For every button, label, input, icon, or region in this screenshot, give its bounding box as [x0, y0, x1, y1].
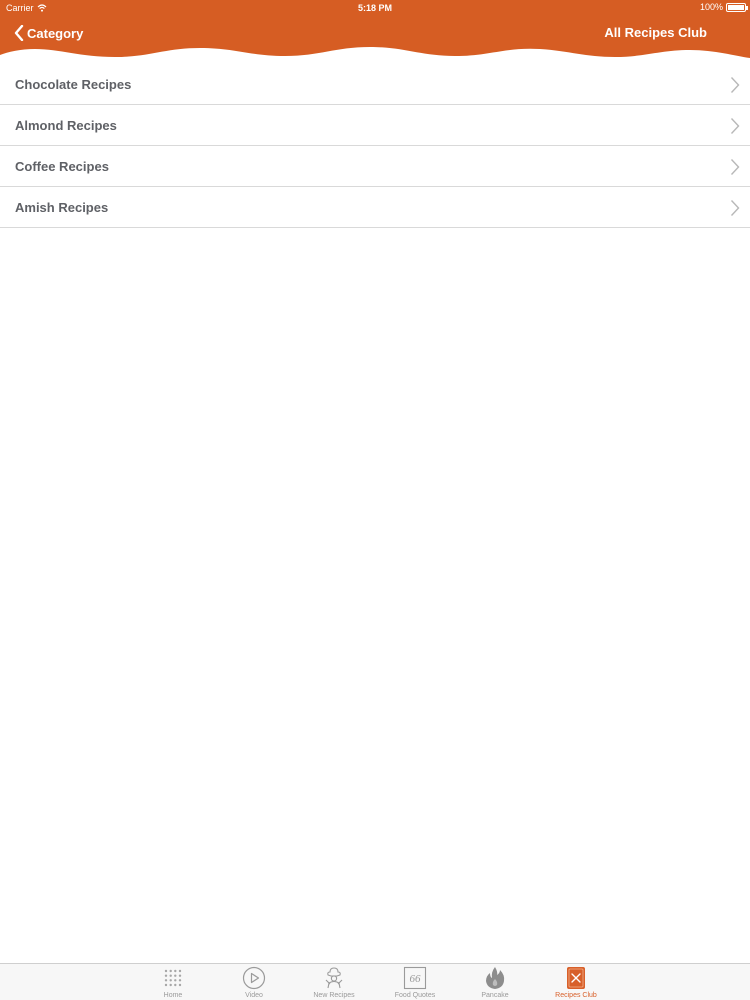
tab-label: Food Quotes — [394, 992, 436, 999]
recipe-category-list: Chocolate Recipes Almond Recipes Coffee … — [0, 64, 750, 228]
chevron-right-icon — [730, 77, 740, 93]
tab-label: Video — [245, 992, 263, 999]
flame-icon — [486, 967, 505, 989]
chevron-left-icon — [14, 25, 24, 41]
tab-label: New Recipes — [313, 992, 355, 999]
tab-video[interactable]: Video — [214, 964, 294, 1000]
battery-icon — [726, 2, 748, 12]
tab-label: Home — [163, 992, 183, 999]
screen: Carrier 5:18 PM 100% Category All Recipe… — [0, 0, 750, 1000]
chevron-right-icon — [730, 159, 740, 175]
back-button[interactable]: Category — [14, 22, 83, 44]
list-item-coffee-recipes[interactable]: Coffee Recipes — [0, 146, 750, 187]
battery-percent: 100% — [699, 2, 723, 12]
quote-icon: 66 — [403, 966, 427, 990]
chevron-right-icon — [730, 118, 740, 134]
page-title: All Recipes Club — [604, 25, 707, 40]
play-circle-icon — [242, 966, 266, 990]
recipe-book-icon — [567, 967, 585, 989]
chef-icon — [325, 967, 343, 989]
list-item-amish-recipes[interactable]: Amish Recipes — [0, 187, 750, 228]
status-bar: Carrier 5:18 PM 100% — [0, 0, 750, 16]
tab-recipes-club[interactable]: Recipes Club — [536, 964, 616, 1000]
back-button-label: Category — [27, 25, 84, 41]
tab-pancake[interactable]: Pancake — [455, 964, 535, 1000]
chevron-right-icon — [730, 200, 740, 216]
grid-dots-icon — [164, 969, 182, 987]
status-time: 5:18 PM — [357, 3, 392, 13]
list-item-almond-recipes[interactable]: Almond Recipes — [0, 105, 750, 146]
nav-header: Carrier 5:18 PM 100% Category All Recipe… — [0, 0, 750, 64]
tab-home[interactable]: Home — [133, 964, 213, 1000]
list-item-label: Almond Recipes — [15, 118, 117, 133]
list-item-label: Coffee Recipes — [15, 159, 109, 174]
list-item-label: Chocolate Recipes — [15, 77, 132, 92]
tab-label: Pancake — [481, 992, 509, 999]
tab-food-quotes[interactable]: 66 Food Quotes — [375, 964, 455, 1000]
list-item-chocolate-recipes[interactable]: Chocolate Recipes — [0, 64, 750, 105]
svg-text:66: 66 — [410, 973, 422, 985]
tab-bar: Home Video New Recipes 66 Food Quotes Pa… — [0, 963, 750, 1000]
battery-indicator: 100% — [699, 2, 748, 12]
tab-label: Recipes Club — [555, 992, 597, 999]
list-item-label: Amish Recipes — [15, 200, 109, 215]
tab-new-recipes[interactable]: New Recipes — [294, 964, 374, 1000]
